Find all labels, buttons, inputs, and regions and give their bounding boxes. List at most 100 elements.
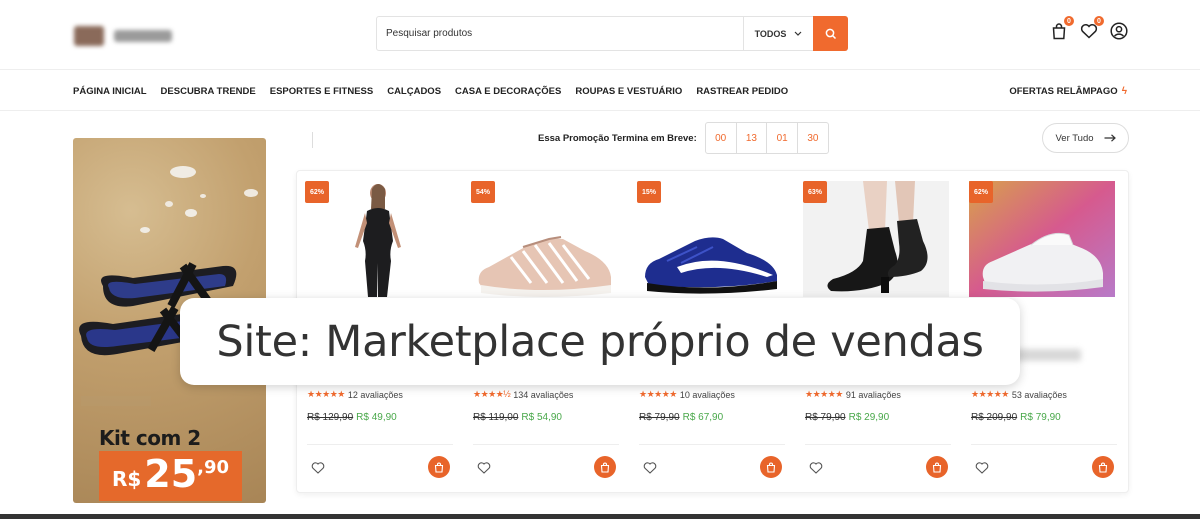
new-price: R$ 49,90 bbox=[356, 412, 397, 423]
heart-icon[interactable] bbox=[477, 461, 491, 475]
see-all-label: Ver Tudo bbox=[1055, 132, 1094, 144]
kit-price-integer: 25 bbox=[144, 452, 198, 496]
shopping-bag-icon bbox=[600, 462, 610, 473]
nav-item-clothing[interactable]: ROUPAS E VESTUÁRIO bbox=[575, 86, 682, 97]
logo-wordmark bbox=[114, 30, 172, 42]
new-price: R$ 29,90 bbox=[848, 412, 890, 423]
countdown-hours: 13 bbox=[737, 123, 768, 153]
add-to-cart-button[interactable] bbox=[1092, 456, 1114, 478]
countdown-minutes: 01 bbox=[767, 123, 799, 153]
search-bar: TODOS bbox=[376, 16, 848, 51]
product-rating: ★★★★½ 134 avaliações bbox=[473, 389, 573, 400]
shopping-bag-icon bbox=[932, 462, 942, 473]
cart-count-badge: 0 bbox=[1064, 16, 1074, 26]
add-to-cart-button[interactable] bbox=[594, 456, 616, 478]
star-rating-icon: ★★★★★ bbox=[307, 389, 345, 399]
category-select[interactable]: TODOS bbox=[743, 17, 813, 50]
store-logo[interactable] bbox=[74, 26, 172, 46]
product-price: R$ 79,90 R$ 29,90 bbox=[805, 412, 889, 423]
discount-badge: 54% bbox=[471, 181, 495, 203]
kit-price-currency: R$ bbox=[111, 467, 142, 491]
product-price: R$ 129,90 R$ 49,90 bbox=[307, 412, 397, 423]
search-input[interactable] bbox=[377, 17, 743, 50]
review-count: 53 avaliações bbox=[1011, 389, 1067, 400]
nav-item-home[interactable]: PÁGINA INICIAL bbox=[73, 86, 147, 97]
heart-icon[interactable] bbox=[311, 461, 325, 475]
promo-countdown: Essa Promoção Termina em Breve: 00 13 01… bbox=[538, 122, 829, 154]
countdown-days: 00 bbox=[706, 123, 737, 153]
star-rating-icon: ★★★★½ bbox=[473, 389, 511, 399]
shopping-bag-icon bbox=[766, 462, 776, 473]
new-price: R$ 67,90 bbox=[682, 412, 724, 423]
heart-icon[interactable] bbox=[975, 461, 989, 475]
wishlist-button[interactable]: 0 bbox=[1080, 16, 1104, 42]
nav-item-track-order[interactable]: RASTREAR PEDIDO bbox=[696, 86, 788, 97]
old-price: R$ 209,90 bbox=[971, 412, 1018, 423]
card-divider bbox=[805, 444, 951, 445]
kit-price-decimal: ,90 bbox=[197, 457, 230, 478]
add-to-cart-button[interactable] bbox=[760, 456, 782, 478]
wishlist-count-badge: 0 bbox=[1094, 16, 1104, 26]
review-count: 12 avaliações bbox=[347, 389, 403, 400]
card-divider bbox=[473, 444, 619, 445]
heart-icon bbox=[1080, 24, 1098, 39]
section-divider bbox=[312, 132, 313, 148]
product-rating: ★★★★★ 12 avaliações bbox=[307, 389, 403, 400]
header-actions: 0 0 bbox=[1050, 16, 1128, 42]
flash-deals-label: OFERTAS RELÂMPAGO bbox=[1009, 86, 1118, 97]
shopping-bag-icon bbox=[1098, 462, 1108, 473]
user-icon bbox=[1110, 22, 1128, 40]
nav-item-home-decor[interactable]: CASA E DECORAÇÕES bbox=[455, 86, 561, 97]
nav-item-shoes[interactable]: CALÇADOS bbox=[387, 86, 441, 97]
product-rating: ★★★★★ 10 avaliações bbox=[639, 389, 735, 400]
old-price: R$ 119,00 bbox=[473, 412, 519, 423]
heart-icon[interactable] bbox=[643, 461, 657, 475]
site-header: TODOS 0 0 bbox=[0, 0, 1200, 70]
cart-button[interactable]: 0 bbox=[1050, 16, 1074, 42]
countdown-seconds: 30 bbox=[807, 132, 819, 144]
new-price: R$ 54,90 bbox=[521, 412, 562, 423]
discount-badge: 63% bbox=[803, 181, 827, 203]
countdown-timer: 00 13 01 30 bbox=[704, 122, 829, 154]
star-rating-icon: ★★★★★ bbox=[805, 389, 843, 399]
account-button[interactable] bbox=[1110, 20, 1128, 42]
heart-icon[interactable] bbox=[809, 461, 823, 475]
search-button[interactable] bbox=[813, 16, 848, 51]
see-all-button[interactable]: Ver Tudo bbox=[1042, 123, 1129, 153]
nav-list: PÁGINA INICIAL DESCUBRA TRENDE ESPORTES … bbox=[73, 86, 788, 97]
shopping-bag-icon bbox=[434, 462, 444, 473]
add-to-cart-button[interactable] bbox=[428, 456, 450, 478]
logo-mark bbox=[74, 26, 104, 46]
bottom-border bbox=[0, 514, 1200, 519]
old-price: R$ 79,90 bbox=[639, 412, 680, 423]
product-price: R$ 209,90 R$ 79,90 bbox=[971, 412, 1061, 423]
star-rating-icon: ★★★★★ bbox=[971, 389, 1009, 399]
review-count: 134 avaliações bbox=[513, 389, 574, 400]
add-to-cart-button[interactable] bbox=[926, 456, 948, 478]
review-count: 10 avaliações bbox=[679, 389, 735, 400]
product-price: R$ 119,00 R$ 54,90 bbox=[473, 412, 562, 423]
caption-overlay: Site: Marketplace próprio de vendas bbox=[180, 298, 1020, 385]
review-count: 91 avaliações bbox=[845, 389, 901, 400]
chevron-down-icon bbox=[794, 31, 802, 36]
card-divider bbox=[639, 444, 785, 445]
discount-badge: 15% bbox=[637, 181, 661, 203]
kit-price: R$ 25 ,90 bbox=[99, 451, 242, 501]
search-icon bbox=[825, 28, 836, 39]
shopping-bag-icon bbox=[1052, 23, 1066, 40]
product-rating: ★★★★★ 53 avaliações bbox=[971, 389, 1067, 400]
lightning-icon: ϟ bbox=[1121, 86, 1127, 97]
category-select-label: TODOS bbox=[754, 28, 787, 39]
arrow-right-icon bbox=[1104, 134, 1116, 142]
discount-badge: 62% bbox=[969, 181, 993, 203]
new-price: R$ 79,90 bbox=[1020, 412, 1061, 423]
old-price: R$ 79,90 bbox=[805, 412, 846, 423]
discount-badge: 62% bbox=[305, 181, 329, 203]
nav-item-trends[interactable]: DESCUBRA TRENDE bbox=[161, 86, 256, 97]
main-nav: PÁGINA INICIAL DESCUBRA TRENDE ESPORTES … bbox=[0, 71, 1200, 111]
flash-deals-link[interactable]: OFERTAS RELÂMPAGO ϟ bbox=[1009, 86, 1127, 97]
countdown-label: Essa Promoção Termina em Breve: bbox=[538, 132, 697, 144]
old-price: R$ 129,90 bbox=[307, 412, 354, 423]
nav-item-sports[interactable]: ESPORTES E FITNESS bbox=[270, 86, 373, 97]
star-rating-icon: ★★★★★ bbox=[639, 389, 677, 399]
